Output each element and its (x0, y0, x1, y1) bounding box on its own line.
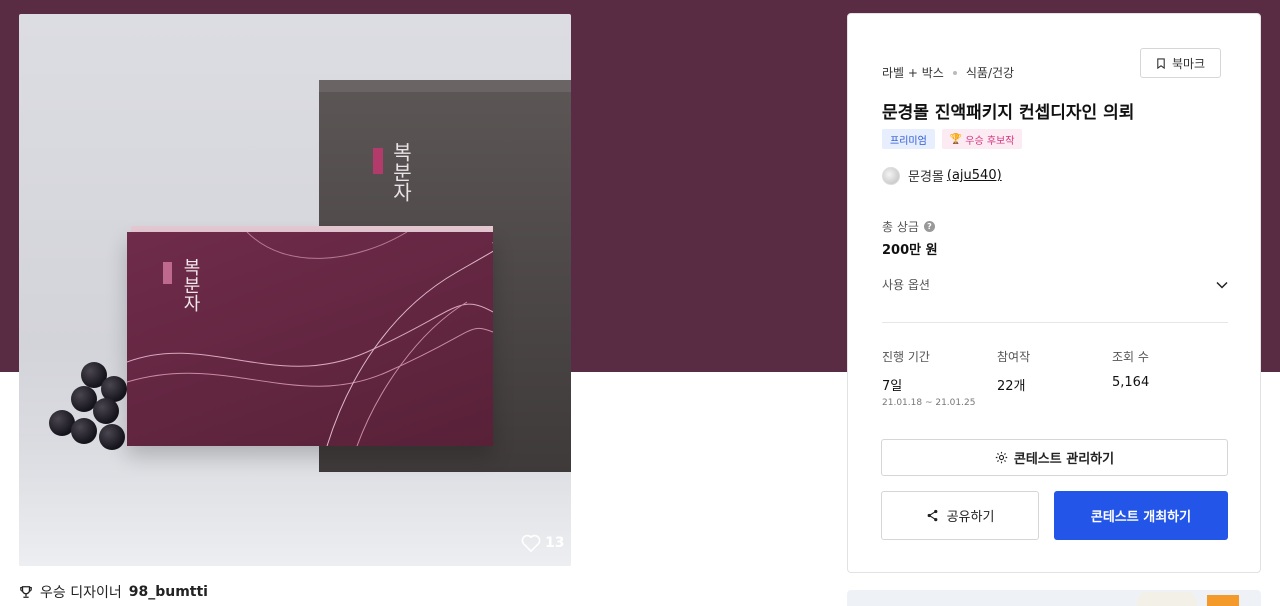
contest-info-card: 라벨 + 박스 식품/건강 북마크 문경몰 진액패키지 컨셉디자인 의뢰 프리미… (847, 13, 1261, 573)
front-box-mark (163, 262, 172, 284)
heart-icon (521, 534, 541, 552)
trophy-icon (20, 586, 32, 598)
share-icon (927, 509, 937, 522)
product-image[interactable]: 복분자 복분자 13 (19, 14, 571, 566)
host-id[interactable]: (aju540) (947, 168, 1002, 183)
options-label: 사용 옵션 (882, 278, 930, 292)
help-icon[interactable]: ? (923, 221, 935, 232)
trophy-icon: 🏆 (949, 133, 963, 145)
manage-contest-button[interactable]: 콘테스트 관리하기 (881, 439, 1228, 476)
manage-contest-label: 콘테스트 관리하기 (1013, 452, 1115, 467)
candidate-badge: 🏆 우승 후보작 (941, 129, 1023, 149)
prize-label: 총 상금 (882, 220, 919, 234)
options-dropdown[interactable]: 사용 옵션 (882, 276, 1228, 293)
like-button[interactable]: 13 (521, 534, 564, 552)
divider (882, 322, 1228, 323)
blackberries (41, 362, 131, 454)
back-box-label: 복분자 (389, 142, 413, 202)
chevron-down-icon (1216, 281, 1228, 289)
winner-line: 우승 디자이너 98_bumtti (19, 582, 208, 602)
stat-label: 진행 기간 (882, 350, 930, 364)
banner-peek[interactable] (847, 590, 1261, 606)
front-box-label: 복분자 (180, 258, 201, 312)
avatar (882, 166, 900, 185)
winner-label: 우승 디자이너 (40, 585, 122, 601)
like-count: 13 (545, 535, 565, 551)
stat-value: 7일 (882, 379, 903, 394)
breadcrumb: 라벨 + 박스 식품/건강 (882, 64, 1014, 81)
stat-duration: 진행 기간 7일 21.01.18 ~ 21.01.25 (882, 348, 997, 408)
stat-date-range: 21.01.18 ~ 21.01.25 (882, 398, 976, 408)
share-label: 공유하기 (946, 510, 995, 525)
badge-group: 프리미엄 🏆 우승 후보작 (882, 129, 1023, 149)
contest-title: 문경몰 진액패키지 컨셉디자인 의뢰 (882, 103, 1135, 123)
stat-views: 조회 수 5,164 (1112, 348, 1227, 408)
contest-stats: 진행 기간 7일 21.01.18 ~ 21.01.25 참여작 22개 조회 … (882, 348, 1228, 408)
banner-image (1137, 592, 1197, 606)
bookmark-icon (1157, 57, 1165, 69)
back-box-mark (373, 148, 383, 174)
bookmark-label: 북마크 (1171, 56, 1206, 71)
breadcrumb-category[interactable]: 라벨 + 박스 (882, 64, 944, 81)
stat-entries: 참여작 22개 (997, 348, 1112, 408)
bookmark-button[interactable]: 북마크 (1140, 48, 1221, 78)
host-info[interactable]: 문경몰 (aju540) (882, 166, 1002, 185)
banner-tag (1207, 595, 1239, 606)
share-button[interactable]: 공유하기 (881, 491, 1039, 540)
stat-label: 조회 수 (1112, 350, 1149, 364)
stat-value: 22개 (997, 379, 1026, 394)
stat-label: 참여작 (997, 350, 1031, 364)
gear-icon (995, 451, 1008, 464)
host-contest-button[interactable]: 콘테스트 개최하기 (1054, 491, 1228, 540)
candidate-badge-label: 우승 후보작 (965, 135, 1015, 147)
prize-value: 200만 원 (882, 243, 938, 258)
breadcrumb-separator (952, 70, 957, 75)
breadcrumb-subcategory[interactable]: 식품/건강 (966, 64, 1014, 81)
premium-badge: 프리미엄 (882, 129, 935, 149)
winner-name[interactable]: 98_bumtti (129, 584, 208, 600)
prize-label-row: 총 상금 ? (882, 218, 935, 235)
stat-value: 5,164 (1112, 375, 1150, 390)
host-name: 문경몰 (908, 170, 944, 185)
